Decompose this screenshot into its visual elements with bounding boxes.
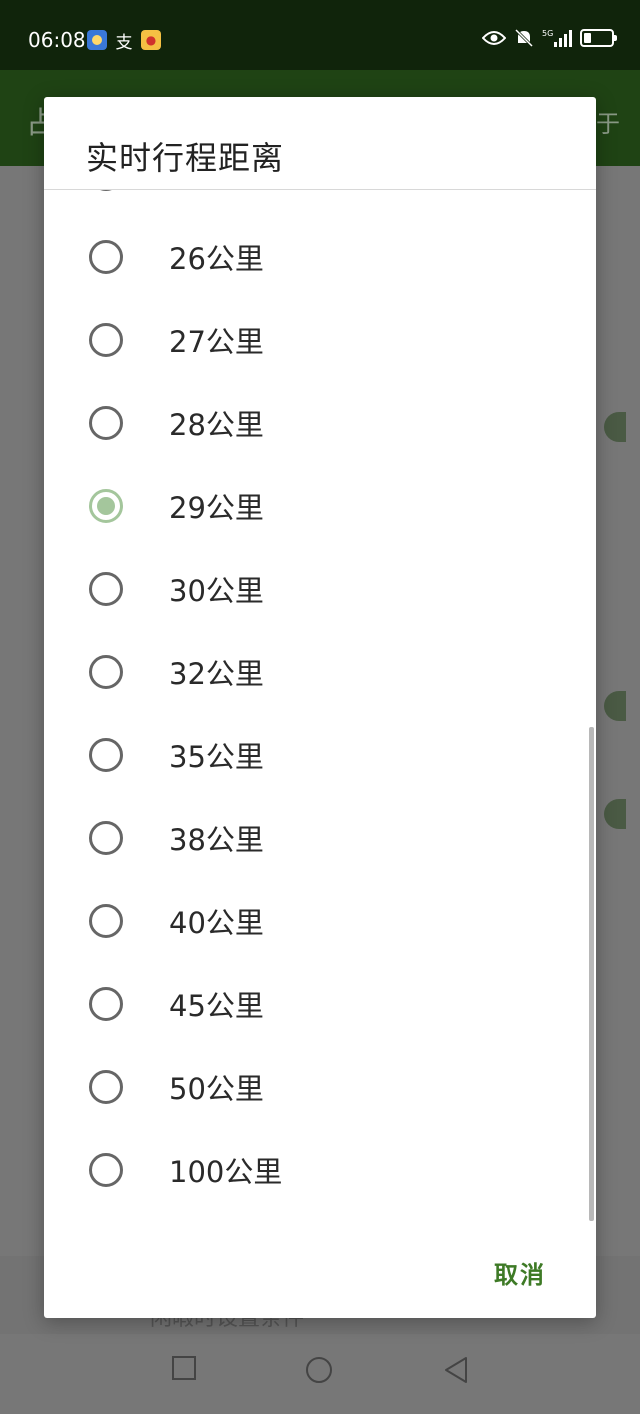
options-list[interactable]: 25公里 26公里 27公里 28公里 29公里 30公里 32公里 35公里 38公里 40公里… [44, 190, 596, 1220]
radio-unchecked[interactable] [89, 986, 123, 1021]
back-button[interactable] [443, 1356, 469, 1388]
option-row[interactable]: 45公里 [44, 962, 596, 1045]
weather-icon [87, 30, 107, 50]
background-toggle [604, 691, 626, 721]
option-row[interactable]: 50公里 [44, 1045, 596, 1128]
scrollbar[interactable] [589, 727, 594, 1221]
status-time: 06:08 [28, 28, 86, 52]
toolbar-action: 于 [596, 110, 620, 138]
navigation-bar [0, 1334, 640, 1414]
cancel-button[interactable]: 取消 [494, 1255, 546, 1290]
radio-unchecked[interactable] [89, 322, 123, 357]
option-row[interactable]: 32公里 [44, 630, 596, 713]
recents-button[interactable] [172, 1356, 196, 1384]
option-label: 26公里 [169, 241, 264, 276]
option-row[interactable]: 27公里 [44, 298, 596, 381]
network-type-label: 5G [542, 29, 553, 38]
option-label: 32公里 [169, 656, 264, 691]
signal-icon: 5G [542, 28, 572, 48]
option-row[interactable]: 100公里 [44, 1128, 596, 1211]
radio-unchecked[interactable] [89, 903, 123, 938]
option-row[interactable]: 29公里 [44, 464, 596, 547]
radio-unchecked[interactable] [89, 405, 123, 440]
option-label: 100公里 [169, 1154, 283, 1189]
option-label: 25公里 [169, 190, 264, 195]
radio-unchecked[interactable] [89, 1152, 123, 1187]
alipay-icon: 支 [115, 32, 133, 53]
background-toggle [604, 412, 626, 442]
background-toggle [604, 799, 626, 829]
option-label: 50公里 [169, 1071, 264, 1106]
eye-icon [482, 30, 506, 46]
option-label: 45公里 [169, 988, 264, 1023]
radio-unchecked[interactable] [89, 571, 123, 606]
option-label: 35公里 [169, 739, 264, 774]
battery-icon [580, 29, 617, 47]
radio-unchecked[interactable] [89, 820, 123, 855]
radio-checked[interactable] [89, 488, 123, 523]
option-row[interactable]: 40公里 [44, 879, 596, 962]
radio-unchecked[interactable] [89, 654, 123, 689]
option-label: 40公里 [169, 905, 264, 940]
system-icons: 5G [482, 28, 617, 48]
distance-dialog: 实时行程距离 25公里 26公里 27公里 28公里 29公里 30公里 32公里 35公里 3… [44, 97, 596, 1318]
option-row[interactable]: 35公里 [44, 713, 596, 796]
radio-unchecked[interactable] [89, 1069, 123, 1104]
option-row[interactable]: 26公里 [44, 215, 596, 298]
dialog-title: 实时行程距离 [86, 139, 285, 177]
notification-icons: 支 ● [87, 30, 161, 53]
option-row[interactable]: 28公里 [44, 381, 596, 464]
option-label: 28公里 [169, 407, 264, 442]
weibo-icon: ● [141, 30, 161, 50]
radio-unchecked[interactable] [89, 737, 123, 772]
radio-unchecked[interactable] [89, 190, 123, 191]
option-label: 30公里 [169, 573, 264, 608]
option-label: 29公里 [169, 490, 264, 525]
option-label: 27公里 [169, 324, 264, 359]
option-label: 38公里 [169, 822, 264, 857]
radio-unchecked[interactable] [89, 239, 123, 274]
status-bar: 06:08 支 ● 5G [0, 0, 640, 70]
option-row[interactable]: 38公里 [44, 796, 596, 879]
option-row[interactable]: 30公里 [44, 547, 596, 630]
home-button[interactable] [305, 1356, 333, 1388]
option-row[interactable]: 25公里 [44, 190, 596, 215]
mute-bell-icon [514, 28, 534, 48]
